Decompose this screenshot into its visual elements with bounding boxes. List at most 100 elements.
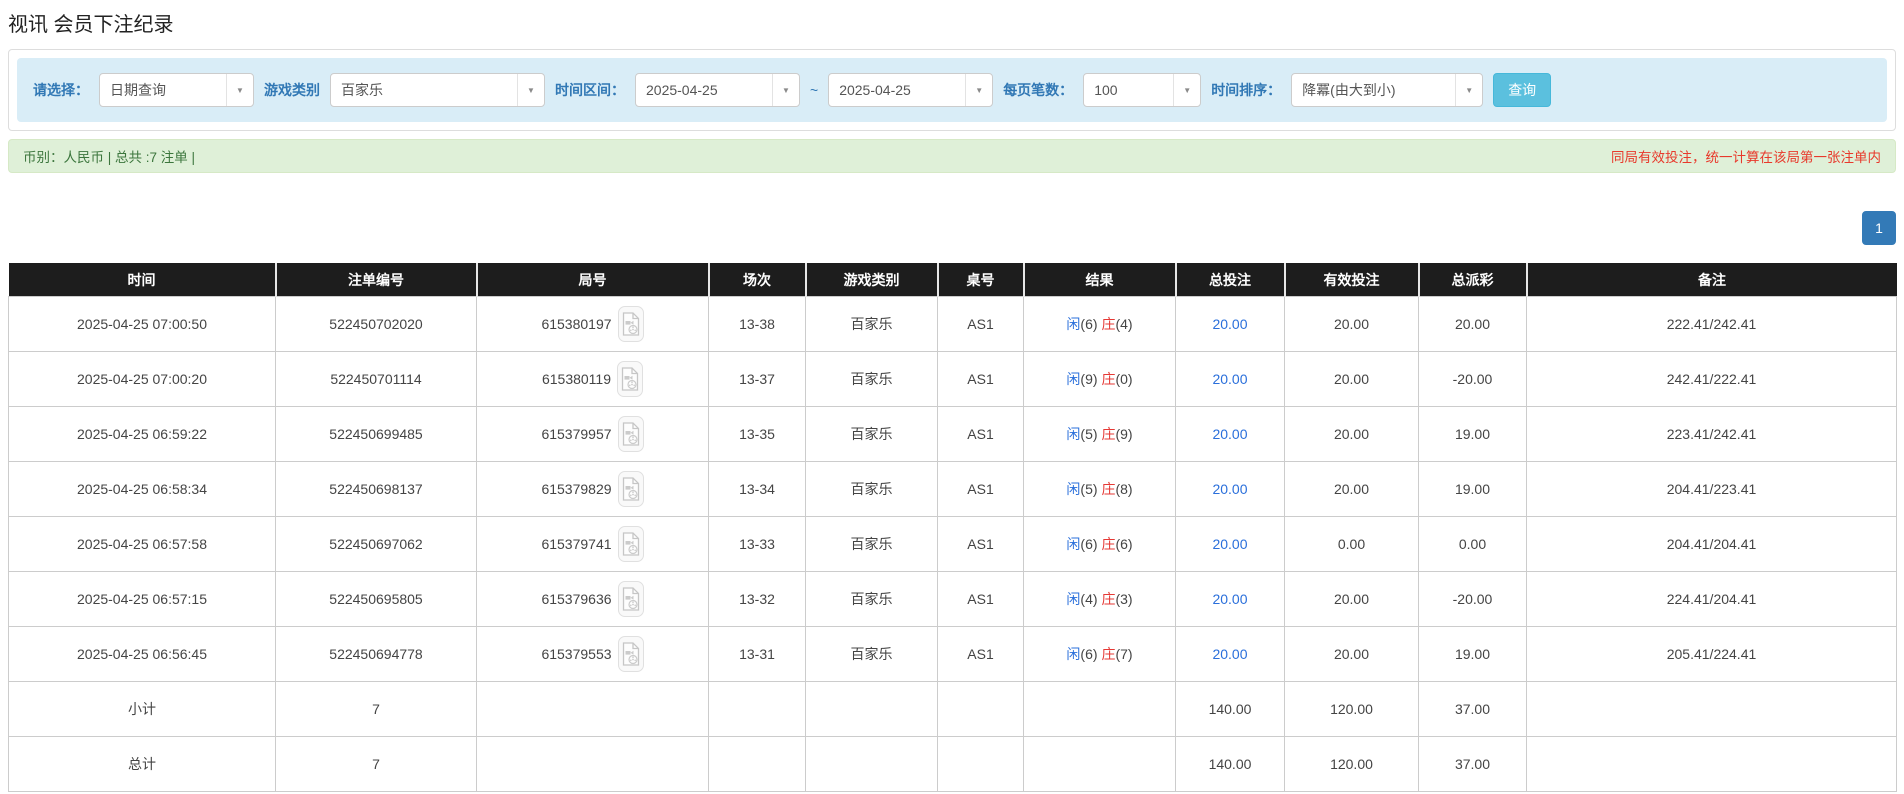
video-replay-button[interactable]	[617, 306, 644, 342]
sort-order-value: 降冪(由大到小)	[1302, 82, 1396, 98]
cell-valid-bet: 20.00	[1284, 296, 1419, 352]
video-replay-button[interactable]	[617, 581, 644, 617]
cell-total-bet: 20.00	[1175, 461, 1285, 517]
cell-time: 2025-04-25 06:57:58	[8, 516, 276, 572]
video-file-icon	[622, 587, 639, 611]
cell-table-no: AS1	[937, 296, 1024, 352]
cell-session: 13-37	[708, 351, 806, 407]
video-replay-button[interactable]	[617, 636, 644, 672]
video-file-icon	[622, 477, 639, 501]
query-mode-select[interactable]: 日期查询 ▼	[99, 73, 254, 107]
cell-total-bet: 20.00	[1175, 406, 1285, 462]
date-from-value: 2025-04-25	[646, 82, 718, 98]
cell-table-no: AS1	[937, 626, 1024, 682]
cell-result: 闲(6) 庄(4)	[1023, 296, 1176, 352]
cell-total-bet: 20.00	[1175, 516, 1285, 572]
date-from-select[interactable]: 2025-04-25 ▼	[635, 73, 800, 107]
round-id-text: 615379741	[541, 536, 612, 552]
cell-game: 百家乐	[805, 351, 938, 407]
cell-game: 百家乐	[805, 571, 938, 627]
sort-order-select[interactable]: 降冪(由大到小) ▼	[1291, 73, 1484, 107]
header-bet-id: 注单编号	[274, 263, 477, 297]
cell-session: 13-35	[708, 406, 806, 462]
filter-panel: 请选择： 日期查询 ▼ 游戏类别 百家乐 ▼ 时间区间： 2025-04-25 …	[8, 49, 1896, 131]
total-valid-bet: 120.00	[1284, 736, 1419, 792]
page-title: 视讯 会员下注纪录	[8, 14, 174, 36]
cell-note: 242.41/222.41	[1526, 351, 1897, 407]
pagination-top: 1	[8, 211, 1896, 245]
cell-bet-id: 522450695805	[275, 571, 477, 627]
game-type-select[interactable]: 百家乐 ▼	[330, 73, 545, 107]
header-total-bet: 总投注	[1174, 263, 1285, 297]
table-row: 2025-04-25 07:00:50 522450702020 6153801…	[8, 296, 1897, 352]
total-bet-link[interactable]: 20.00	[1212, 591, 1247, 607]
subtotal-row: 小计 7 140.00 120.00 37.00	[8, 681, 1897, 737]
table-row: 2025-04-25 06:58:34 522450698137 6153798…	[8, 461, 1897, 517]
cell-valid-bet: 20.00	[1284, 571, 1419, 627]
cell-total-bet: 20.00	[1175, 351, 1285, 407]
cell-game: 百家乐	[805, 626, 938, 682]
chevron-down-icon: ▼	[517, 74, 544, 106]
cell-time: 2025-04-25 06:57:15	[8, 571, 276, 627]
total-bet-link[interactable]: 20.00	[1212, 316, 1247, 332]
video-file-icon	[622, 642, 639, 666]
total-bet-link[interactable]: 20.00	[1212, 536, 1247, 552]
chevron-down-icon: ▼	[1173, 74, 1201, 106]
cell-total-bet: 20.00	[1175, 296, 1285, 352]
header-time: 时间	[8, 263, 276, 297]
total-bet-link[interactable]: 20.00	[1212, 426, 1247, 442]
cell-game: 百家乐	[805, 461, 938, 517]
query-mode-label: 请选择：	[33, 82, 89, 98]
cell-note: 204.41/223.41	[1526, 461, 1897, 517]
cell-payout: -20.00	[1418, 351, 1527, 407]
cell-session: 13-38	[708, 296, 806, 352]
tilde-separator: ~	[810, 82, 819, 98]
cell-table-no: AS1	[937, 461, 1024, 517]
cell-round-id: 615379741	[476, 516, 709, 572]
header-session: 场次	[707, 263, 806, 297]
cell-payout: 0.00	[1418, 516, 1527, 572]
cell-round-id: 615380119	[476, 351, 709, 407]
video-replay-button[interactable]	[617, 526, 644, 562]
subtotal-count: 7	[275, 681, 477, 737]
video-replay-button[interactable]	[617, 416, 644, 452]
query-mode-value: 日期查询	[110, 82, 166, 98]
cell-total-bet: 20.00	[1175, 571, 1285, 627]
search-button[interactable]: 查询	[1493, 73, 1552, 107]
cell-game: 百家乐	[805, 516, 938, 572]
cell-bet-id: 522450698137	[275, 461, 477, 517]
video-file-icon	[622, 312, 639, 336]
cell-note: 222.41/242.41	[1526, 296, 1897, 352]
chevron-down-icon: ▼	[226, 74, 253, 106]
round-id-text: 615380197	[541, 316, 612, 332]
table-row: 2025-04-25 06:57:58 522450697062 6153797…	[8, 516, 1897, 572]
total-label: 总计	[8, 736, 276, 792]
date-to-select[interactable]: 2025-04-25 ▼	[828, 73, 994, 107]
round-id-text: 615380119	[541, 371, 612, 387]
cell-total-bet: 20.00	[1175, 626, 1285, 682]
page-1-button[interactable]: 1	[1862, 211, 1896, 245]
cell-bet-id: 522450697062	[275, 516, 477, 572]
cell-valid-bet: 20.00	[1284, 351, 1419, 407]
total-bet-link[interactable]: 20.00	[1212, 646, 1247, 662]
cell-note: 205.41/224.41	[1526, 626, 1897, 682]
total-payout: 37.00	[1418, 736, 1527, 792]
page: 视讯 会员下注纪录 请选择： 日期查询 ▼ 游戏类别 百家乐 ▼ 时间区间： 2…	[0, 8, 1904, 794]
video-file-icon	[622, 532, 639, 556]
header-table-no: 桌号	[936, 263, 1024, 297]
video-file-icon	[621, 367, 639, 391]
cell-game: 百家乐	[805, 406, 938, 462]
total-bet-link[interactable]: 20.00	[1212, 371, 1247, 387]
video-replay-button[interactable]	[617, 471, 644, 507]
valid-bet-notice: 同局有效投注，统一计算在该局第一张注单内	[1611, 150, 1881, 165]
total-bet-link[interactable]: 20.00	[1212, 481, 1247, 497]
video-replay-button[interactable]	[617, 361, 644, 397]
table-row: 2025-04-25 07:00:20 522450701114 6153801…	[8, 351, 1897, 407]
cell-valid-bet: 20.00	[1284, 461, 1419, 517]
page-size-select[interactable]: 100 ▼	[1083, 73, 1202, 107]
cell-payout: 20.00	[1418, 296, 1527, 352]
cell-session: 13-31	[708, 626, 806, 682]
cell-payout: -20.00	[1418, 571, 1527, 627]
header-valid-bet: 有效投注	[1283, 263, 1419, 297]
cell-time: 2025-04-25 06:56:45	[8, 626, 276, 682]
